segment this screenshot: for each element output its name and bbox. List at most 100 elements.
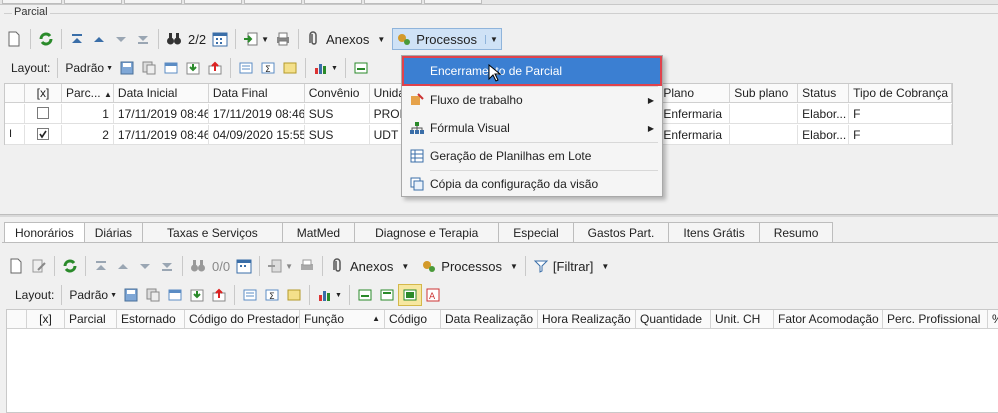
column-header[interactable]: Perc. Profissional xyxy=(883,310,988,328)
column-header[interactable]: Plano xyxy=(659,84,731,102)
find-button[interactable] xyxy=(163,28,185,50)
row-checkbox[interactable] xyxy=(36,107,49,119)
row-checkbox[interactable] xyxy=(36,128,49,140)
first-record-button[interactable] xyxy=(90,255,112,277)
column-header[interactable]: Convênio xyxy=(305,84,370,102)
next-record-button[interactable] xyxy=(110,28,132,50)
printer-icon xyxy=(275,31,291,47)
column-header[interactable]: % xyxy=(988,310,998,328)
calendar-button[interactable] xyxy=(209,28,231,50)
view-button[interactable] xyxy=(354,284,376,306)
menu-item-fluxo-trabalho[interactable]: Fluxo de trabalho ▶ xyxy=(404,87,660,113)
new-button[interactable] xyxy=(4,28,26,50)
column-header[interactable]: [x] xyxy=(25,84,62,102)
view-icon xyxy=(357,287,373,303)
columns-button[interactable] xyxy=(160,57,182,79)
dropdown-arrow-icon: ▼ xyxy=(485,34,498,44)
column-header[interactable]: Sub plano xyxy=(730,84,799,102)
view2-button[interactable] xyxy=(376,284,398,306)
layout-label: Layout: xyxy=(11,61,51,75)
export-layout-button[interactable] xyxy=(208,284,230,306)
column-header[interactable]: Parcial xyxy=(65,310,117,328)
column-header[interactable]: Fator Acomodação xyxy=(774,310,883,328)
chart-button[interactable]: ▼ xyxy=(314,284,345,306)
group-button[interactable] xyxy=(235,57,257,79)
previous-record-button[interactable] xyxy=(112,255,134,277)
export-button[interactable]: ▼ xyxy=(264,255,296,277)
refresh-button[interactable] xyxy=(35,28,57,50)
save-layout-button[interactable] xyxy=(116,57,138,79)
copy-layout-button[interactable] xyxy=(138,57,160,79)
new-button[interactable] xyxy=(6,255,28,277)
column-header[interactable]: Status xyxy=(798,84,850,102)
processos-button[interactable]: Processos ▼ xyxy=(392,28,502,50)
processos-button[interactable]: Processos ▼ xyxy=(418,255,521,277)
last-record-button[interactable] xyxy=(156,255,178,277)
splitter[interactable] xyxy=(0,214,998,217)
first-record-button[interactable] xyxy=(66,28,88,50)
column-header[interactable]: Estornado xyxy=(117,310,185,328)
column-header[interactable]: Data Final xyxy=(209,84,305,102)
column-header[interactable]: Função ▲ xyxy=(300,310,385,328)
menu-item-geracao-planilhas[interactable]: Geração de Planilhas em Lote xyxy=(404,143,660,169)
view3-button[interactable] xyxy=(397,284,422,306)
column-header[interactable]: Parc... ▲ xyxy=(62,84,114,102)
import-layout-button[interactable] xyxy=(182,57,204,79)
anexos-button[interactable]: Anexos ▼ xyxy=(327,255,412,277)
menu-item-encerramento-parcial[interactable]: Encerramento de Parcial xyxy=(402,56,662,86)
column-header[interactable]: [x] xyxy=(27,310,65,328)
format-button[interactable] xyxy=(279,57,301,79)
calendar-button[interactable] xyxy=(233,255,255,277)
print-button[interactable] xyxy=(272,28,294,50)
column-header[interactable]: Tipo de Cobrança xyxy=(849,84,953,102)
edit-button[interactable] xyxy=(28,255,50,277)
tab-matmed[interactable]: MatMed xyxy=(281,222,356,243)
paperclip-icon xyxy=(330,258,346,274)
tab-diagnose[interactable]: Diagnose e Terapia xyxy=(354,222,500,243)
pdf-button[interactable]: A xyxy=(422,284,444,306)
detail-toolbar: 0/0 ▼ Anexos ▼ Processos ▼ [Filtrar] ▼ xyxy=(6,253,612,279)
layout-select[interactable]: Padrão ▼ xyxy=(66,284,120,306)
sum-button[interactable]: Σ xyxy=(257,57,279,79)
column-header[interactable]: Código do Prestador xyxy=(185,310,300,328)
find-button[interactable] xyxy=(187,255,209,277)
column-header[interactable]: Código xyxy=(385,310,441,328)
column-header[interactable]: Quantidade xyxy=(636,310,711,328)
tab-gastos[interactable]: Gastos Part. xyxy=(572,222,670,243)
layout-select[interactable]: Padrão ▼ xyxy=(62,57,116,79)
save-layout-button[interactable] xyxy=(120,284,142,306)
menu-item-copia-configuracao[interactable]: Cópia da configuração da visão xyxy=(404,171,660,197)
previous-record-button[interactable] xyxy=(88,28,110,50)
svg-text:Σ: Σ xyxy=(269,292,275,302)
dropdown-arrow-icon: ▼ xyxy=(261,34,269,44)
anexos-button[interactable]: Anexos ▼ xyxy=(303,28,388,50)
copy-layout-button[interactable] xyxy=(142,284,164,306)
export-layout-button[interactable] xyxy=(204,57,226,79)
import-layout-button[interactable] xyxy=(186,284,208,306)
tab-resumo[interactable]: Resumo xyxy=(758,222,834,243)
columns-button[interactable] xyxy=(164,284,186,306)
print-button[interactable] xyxy=(296,255,318,277)
tab-itens-gratis[interactable]: Itens Grátis xyxy=(668,222,760,243)
dropdown-arrow-icon: ▼ xyxy=(377,34,386,44)
column-header[interactable]: Hora Realização xyxy=(538,310,636,328)
export-button[interactable]: ▼ xyxy=(240,28,272,50)
last-record-button[interactable] xyxy=(132,28,154,50)
group-button[interactable] xyxy=(239,284,261,306)
tab-especial[interactable]: Especial xyxy=(498,222,574,243)
view-button[interactable] xyxy=(350,57,372,79)
column-header[interactable]: Unit. CH xyxy=(711,310,774,328)
chart-button[interactable]: ▼ xyxy=(310,57,341,79)
tab-diarias[interactable]: Diárias xyxy=(83,222,144,243)
refresh-button[interactable] xyxy=(59,255,81,277)
tab-honorarios[interactable]: Honorários xyxy=(4,222,85,243)
column-header[interactable]: Data Inicial xyxy=(114,84,209,102)
format-button[interactable] xyxy=(283,284,305,306)
column-header[interactable]: Data Realização xyxy=(441,310,538,328)
next-record-button[interactable] xyxy=(134,255,156,277)
menu-item-formula-visual[interactable]: Fórmula Visual ▶ xyxy=(404,115,660,141)
filter-button[interactable]: [Filtrar] ▼ xyxy=(530,255,612,277)
sum-button[interactable]: Σ xyxy=(261,284,283,306)
tab-taxas[interactable]: Taxas e Serviços xyxy=(142,222,283,243)
group-icon xyxy=(242,287,258,303)
